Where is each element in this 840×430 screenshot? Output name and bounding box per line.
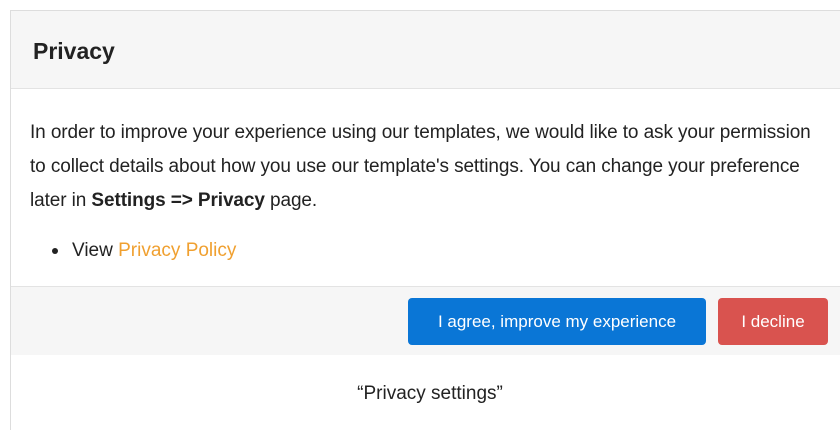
privacy-dialog: Privacy In order to improve your experie… bbox=[10, 10, 840, 355]
settings-privacy-path: Settings => Privacy bbox=[91, 190, 265, 211]
list-item: View Privacy Policy bbox=[52, 240, 830, 262]
bullet-icon bbox=[52, 248, 58, 254]
screenshot-caption: “Privacy settings” bbox=[357, 383, 503, 404]
dialog-title: Privacy bbox=[33, 38, 115, 64]
agree-button[interactable]: I agree, improve my experience bbox=[408, 298, 706, 345]
decline-button[interactable]: I decline bbox=[718, 298, 828, 345]
dialog-body: In order to improve your experience usin… bbox=[11, 89, 840, 286]
view-prefix: View bbox=[72, 240, 119, 261]
privacy-description: In order to improve your experience usin… bbox=[30, 116, 830, 218]
privacy-policy-link[interactable]: Privacy Policy bbox=[118, 240, 236, 261]
dialog-header: Privacy bbox=[11, 11, 840, 89]
policy-list: View Privacy Policy bbox=[30, 240, 830, 262]
dialog-footer: I agree, improve my experience I decline bbox=[11, 286, 840, 355]
privacy-description-end: page. bbox=[264, 190, 318, 211]
